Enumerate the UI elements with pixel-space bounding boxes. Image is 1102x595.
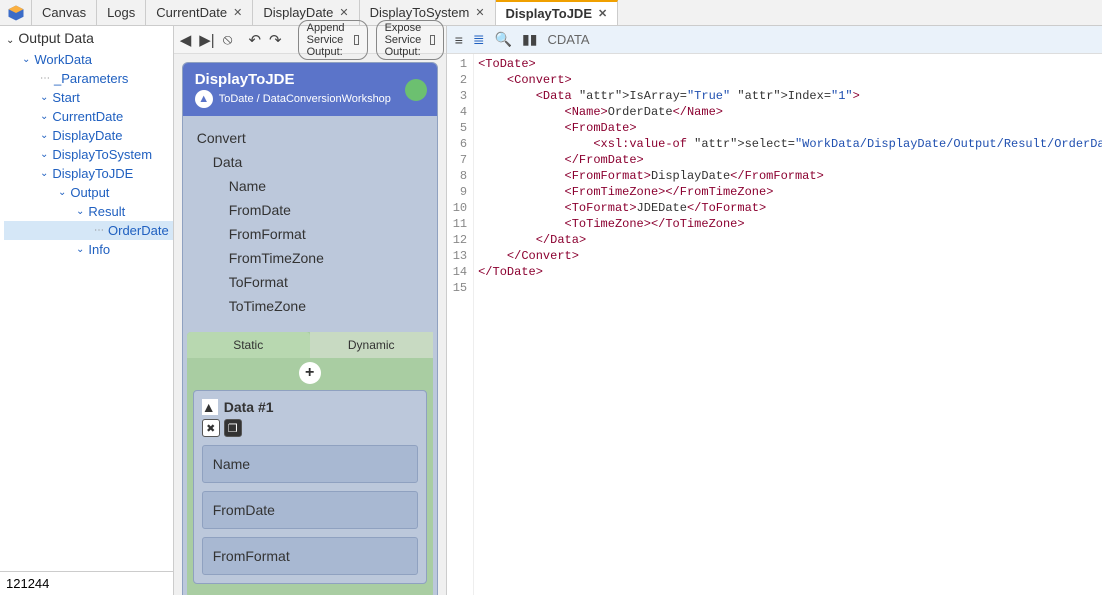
field-fromdate[interactable]: FromDate [202, 491, 418, 529]
left-panel: ⌄Output Data ⌄WorkData ⋯_Parameters ⌄Sta… [0, 26, 174, 595]
copy-icon[interactable]: ❐ [224, 419, 242, 437]
prop-convert[interactable]: Convert [197, 126, 423, 150]
service-card: DisplayToJDE ▲ ToDate / DataConversionWor… [182, 62, 438, 595]
prop-fromdate[interactable]: FromDate [197, 198, 423, 222]
bottom-input-wrap [0, 571, 173, 595]
prop-toformat[interactable]: ToFormat [197, 270, 423, 294]
code-toolbar: ≡ ≣ 🔍 ▮▮ CDATA [447, 26, 1102, 54]
app-icon[interactable] [0, 0, 32, 25]
collapse-icon[interactable]: ▲ [195, 90, 213, 108]
tab-static[interactable]: Static [187, 332, 310, 358]
tree-output[interactable]: ⌄Output [4, 183, 173, 202]
data-block-title: Data #1 [224, 399, 274, 415]
tab-currentdate[interactable]: CurrentDate ✕ [146, 0, 253, 25]
cdata-label: CDATA [547, 32, 589, 47]
close-icon[interactable]: ✕ [339, 6, 348, 19]
code-body[interactable]: <ToDate> <Convert> <Data "attr">IsArray=… [474, 54, 1102, 595]
tab-label: Canvas [42, 5, 86, 20]
tab-label: DisplayToSystem [370, 5, 470, 20]
tab-label: CurrentDate [156, 5, 227, 20]
search-icon[interactable]: 🔍 [495, 31, 512, 48]
tree-displaytosystem[interactable]: ⌄DisplayToSystem [4, 145, 173, 164]
tree-result[interactable]: ⌄Result [4, 202, 173, 221]
tab-logs[interactable]: Logs [97, 0, 146, 25]
delete-icon[interactable]: ✖ [202, 419, 220, 437]
close-icon[interactable]: ✕ [233, 6, 242, 19]
line-gutter: 123456789101112131415 [447, 54, 474, 595]
static-dynamic-tabs: Static Dynamic + ▲ Data #1 ✖ ❐ Name FromD… [187, 332, 433, 595]
close-icon[interactable]: ✕ [475, 6, 484, 19]
tree-orderdate[interactable]: ⋯OrderDate [4, 221, 173, 240]
prop-name[interactable]: Name [197, 174, 423, 198]
forward-icon[interactable]: ▶| [199, 31, 214, 49]
prop-fromformat[interactable]: FromFormat [197, 222, 423, 246]
tree: ⌄WorkData ⋯_Parameters ⌄Start ⌄CurrentDa… [0, 50, 173, 571]
prop-data[interactable]: Data [197, 150, 423, 174]
add-button[interactable]: + [299, 362, 321, 384]
back-icon[interactable]: ◀ [180, 31, 192, 49]
tree-parameters[interactable]: ⋯_Parameters [4, 69, 173, 88]
tree-displaydate[interactable]: ⌄DisplayDate [4, 126, 173, 145]
cancel-icon[interactable]: ⦸ [223, 31, 233, 48]
data-block: ▲ Data #1 ✖ ❐ Name FromDate FromFormat [193, 390, 427, 584]
close-icon[interactable]: ✕ [598, 7, 607, 20]
undo-icon[interactable]: ↶ [248, 31, 261, 49]
card-subtitle: ToDate / DataConversionWorkshop [219, 93, 391, 105]
property-list: Convert Data Name FromDate FromFormat Fr… [183, 116, 437, 328]
tab-label: DisplayDate [263, 5, 333, 20]
tab-label: Logs [107, 5, 135, 20]
status-icon [405, 79, 427, 101]
tab-canvas[interactable]: Canvas [32, 0, 97, 25]
tab-dynamic[interactable]: Dynamic [310, 332, 433, 358]
tab-label: DisplayToJDE [506, 6, 592, 21]
collapse-icon[interactable]: ▲ [202, 399, 218, 415]
redo-icon[interactable]: ↷ [269, 31, 282, 49]
tree-start[interactable]: ⌄Start [4, 88, 173, 107]
value-input[interactable] [0, 572, 173, 595]
mid-toolbar: ◀ ▶| ⦸ ↶ ↷ Append Service Output: Expose… [174, 26, 446, 54]
tree-displaytojde[interactable]: ⌄DisplayToJDE [4, 164, 173, 183]
panel-title: ⌄Output Data [0, 26, 173, 50]
card-title: DisplayToJDE [195, 71, 425, 88]
code-panel: ≡ ≣ 🔍 ▮▮ CDATA 123456789101112131415 <To… [447, 26, 1102, 595]
tab-bar: Canvas Logs CurrentDate ✕ DisplayDate ✕ Di… [0, 0, 1102, 26]
tree-workdata[interactable]: ⌄WorkData [4, 50, 173, 69]
tab-displaytojde[interactable]: DisplayToJDE ✕ [496, 0, 619, 25]
tree-currentdate[interactable]: ⌄CurrentDate [4, 107, 173, 126]
field-fromformat[interactable]: FromFormat [202, 537, 418, 575]
card-header: DisplayToJDE ▲ ToDate / DataConversionWor… [183, 63, 437, 116]
book-icon[interactable]: ▮▮ [522, 31, 537, 48]
format-icon[interactable]: ≣ [473, 31, 485, 48]
prop-fromtimezone[interactable]: FromTimeZone [197, 246, 423, 270]
middle-panel: ◀ ▶| ⦸ ↶ ↷ Append Service Output: Expose… [174, 26, 447, 595]
prop-totimezone[interactable]: ToTimeZone [197, 294, 423, 318]
code-editor[interactable]: 123456789101112131415 <ToDate> <Convert>… [447, 54, 1102, 595]
field-name[interactable]: Name [202, 445, 418, 483]
tree-info[interactable]: ⌄Info [4, 240, 173, 259]
align-left-icon[interactable]: ≡ [455, 32, 463, 48]
